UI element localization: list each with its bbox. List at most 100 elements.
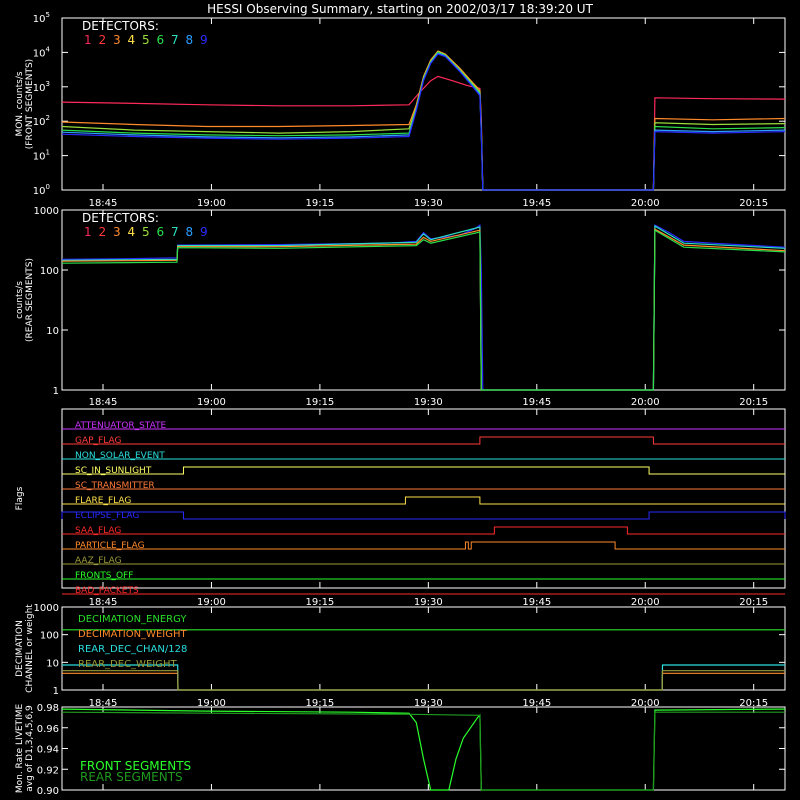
front-x-tick-label: 18:45 [89,198,118,209]
observing-summary-chart: HESSI Observing Summary, starting on 200… [15,2,786,797]
front-x-tick-label: 19:15 [305,198,334,209]
livetime-y-tick-label: 0.94 [37,745,59,756]
decimation-y-tick-label: 10 [46,658,59,669]
front-legend-detector: 7 [171,33,179,47]
front-legend-detector: 3 [113,33,121,47]
rear-legend-detector: 5 [142,225,150,239]
flags-frame [61,408,786,589]
front-y-tick-label: 101 [33,149,50,163]
rear-series-line [61,223,786,391]
flag-line-flare_flag [62,496,785,505]
rear-series-line [61,229,786,391]
rear-legend-detector: 2 [99,225,107,239]
rear-y-tick-label: 10 [46,326,59,337]
front-y-tick-label: 102 [33,114,50,128]
flags-x-tick-label: 20:15 [739,597,768,608]
rear-x-tick-label: 20:15 [739,397,768,408]
rear-x-tick-label: 19:45 [522,397,551,408]
rear-x-tick-label: 19:15 [305,397,334,408]
flags-x-tick-label: 20:00 [631,597,660,608]
front-legend-detector: 1 [84,33,92,47]
flag-line-eclipse_flag [61,511,786,520]
rear-legend-detector: 4 [128,225,136,239]
front-y-tick-label: 103 [33,80,50,94]
rear-x-tick-label: 20:00 [631,397,660,408]
livetime-panel: Mon. Rate LIVETIME avg of D1,3,4,5,6,9 0.9… [15,703,786,797]
flags-panel: 18:45 19:00 19:15 19:30 19:45 20:00 20:15 Flags… [15,408,786,608]
decimation-y-tick-label: 1000 [34,603,59,614]
front-legend-detector: 5 [142,33,150,47]
flags-x-tick-label: 19:15 [305,597,334,608]
decimation-y-label: DECIMATION [15,620,25,677]
flags-x-tick-label: 19:30 [414,597,443,608]
front-legend-detector: 8 [186,33,194,47]
chart-title: HESSI Observing Summary, starting on 200… [207,2,593,16]
front-series-line [61,50,786,191]
front-y-label: (FRONT SEGMENTS) [25,59,35,149]
rear-y-tick-label: 1000 [34,206,59,217]
decimation-panel: 18:45 19:00 19:15 19:30 19:45 20:00 20:15DECIM… [15,603,786,709]
decimation-legend-item: DECIMATION_WEIGHT [78,629,187,640]
decimation-legend-item: REAR_DEC_WEIGHT [78,659,177,670]
rear-legend-detector: 7 [171,225,179,239]
flags-y-label: Flags [15,486,25,510]
front-series-line [61,51,786,191]
front-series-line [61,52,786,191]
rear-legend-detector: 9 [200,225,208,239]
flag-line-particle_flag [62,541,785,550]
flag-line-saa_flag [62,526,785,535]
front-x-tick-label: 19:45 [522,198,551,209]
front-x-tick-label: 20:15 [739,198,768,209]
rear-x-tick-label: 19:00 [197,397,226,408]
livetime-y-tick-label: 0.90 [37,786,59,797]
rear-legend-title: DETECTORS: [82,211,159,225]
rear-x-tick-label: 19:30 [414,397,443,408]
front-legend-detector: 2 [99,33,107,47]
rear-legend-detector: 6 [157,225,165,239]
flag-line-gap_flag [62,436,785,445]
rear-legend-detector: 8 [186,225,194,239]
decimation-series-line [62,672,785,691]
rear-series-line [61,228,786,391]
livetime-y-tick-label: 0.98 [37,703,59,714]
front-y-tick-label: 105 [33,11,50,25]
rear-panel: 18:45 19:00 19:15 19:30 19:45 20:00 20:15 count… [15,206,786,408]
rear-x-tick-label: 18:45 [89,397,118,408]
front-y-tick-label: 104 [33,45,51,59]
front-x-tick-label: 19:00 [197,198,226,209]
flags-x-tick-label: 18:45 [89,597,118,608]
front-series-line [61,53,786,191]
front-x-tick-label: 19:30 [414,198,443,209]
livetime-y-tick-label: 0.92 [37,765,59,776]
rear-legend-detector: 1 [84,225,92,239]
livetime-y-label: Mon. Rate LIVETIME [15,704,25,794]
rear-y-tick-label: 1 [53,386,59,397]
flags-x-tick-label: 19:45 [522,597,551,608]
panels: 18:45 19:00 19:15 19:30 19:45 20:00 20:15 MON. … [15,11,786,797]
decimation-legend-item: DECIMATION_ENERGY [78,614,187,625]
flag-line-sc_in_sunlight [62,466,785,475]
rear-series-line [61,225,786,391]
decimation-y-tick-label: 1 [53,686,59,697]
livetime-legend-item: REAR SEGMENTS [80,770,183,784]
livetime-y-tick-label: 0.96 [37,724,59,735]
rear-y-label: (REAR SEGMENTS) [25,258,35,342]
flags-x-tick-label: 19:00 [197,597,226,608]
front-series-line [61,50,786,191]
front-legend-detector: 6 [157,33,165,47]
rear-legend-detector: 3 [113,225,121,239]
rear-y-label: counts/s [15,281,25,319]
front-legend-detector: 4 [128,33,136,47]
front-legend-detector: 9 [200,33,208,47]
front-legend-title: DETECTORS: [82,19,159,33]
front-y-label: MON. counts/s [15,71,25,136]
decimation-legend-item: REAR_DEC_CHAN/128 [78,644,187,655]
decimation-y-tick-label: 100 [40,631,59,642]
front-y-tick-label: 100 [33,183,50,197]
front-panel: 18:45 19:00 19:15 19:30 19:45 20:00 20:15 MON. … [15,11,786,209]
rear-y-tick-label: 100 [40,266,59,277]
decimation-y-label: CHANNEL or weight [25,604,35,693]
livetime-y-label: avg of D1,3,4,5,6,9 [25,705,35,792]
front-x-tick-label: 20:00 [631,198,660,209]
front-series-line [61,75,786,191]
